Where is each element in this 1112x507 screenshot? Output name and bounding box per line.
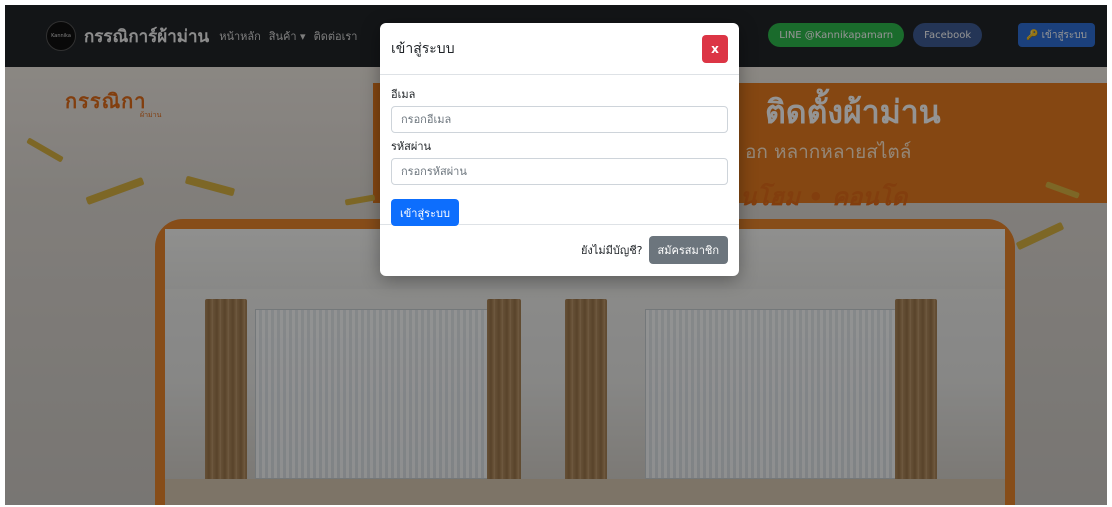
browser-viewport: Kannika กรรณิการ์ผ้าม่าน หน้าหลัก สินค้า… [5,5,1107,505]
register-button[interactable]: สมัครสมาชิก [648,236,728,264]
modal-title: เข้าสู่ระบบ [391,40,455,57]
login-modal: เข้าสู่ระบบ x อีเมล รหัสผ่าน เข้าสู่ระบบ… [380,23,739,276]
modal-header: เข้าสู่ระบบ x [380,23,739,75]
password-label: รหัสผ่าน [391,140,432,153]
email-field[interactable] [391,106,728,133]
password-field[interactable] [391,158,728,185]
modal-body: อีเมล รหัสผ่าน เข้าสู่ระบบ [380,75,739,226]
email-label: อีเมล [391,88,416,101]
modal-footer: ยังไม่มีบัญชี? สมัครสมาชิก [380,225,739,275]
close-button[interactable]: x [702,35,728,63]
login-submit-button[interactable]: เข้าสู่ระบบ [391,199,459,226]
no-account-text: ยังไม่มีบัญชี? [580,244,643,257]
